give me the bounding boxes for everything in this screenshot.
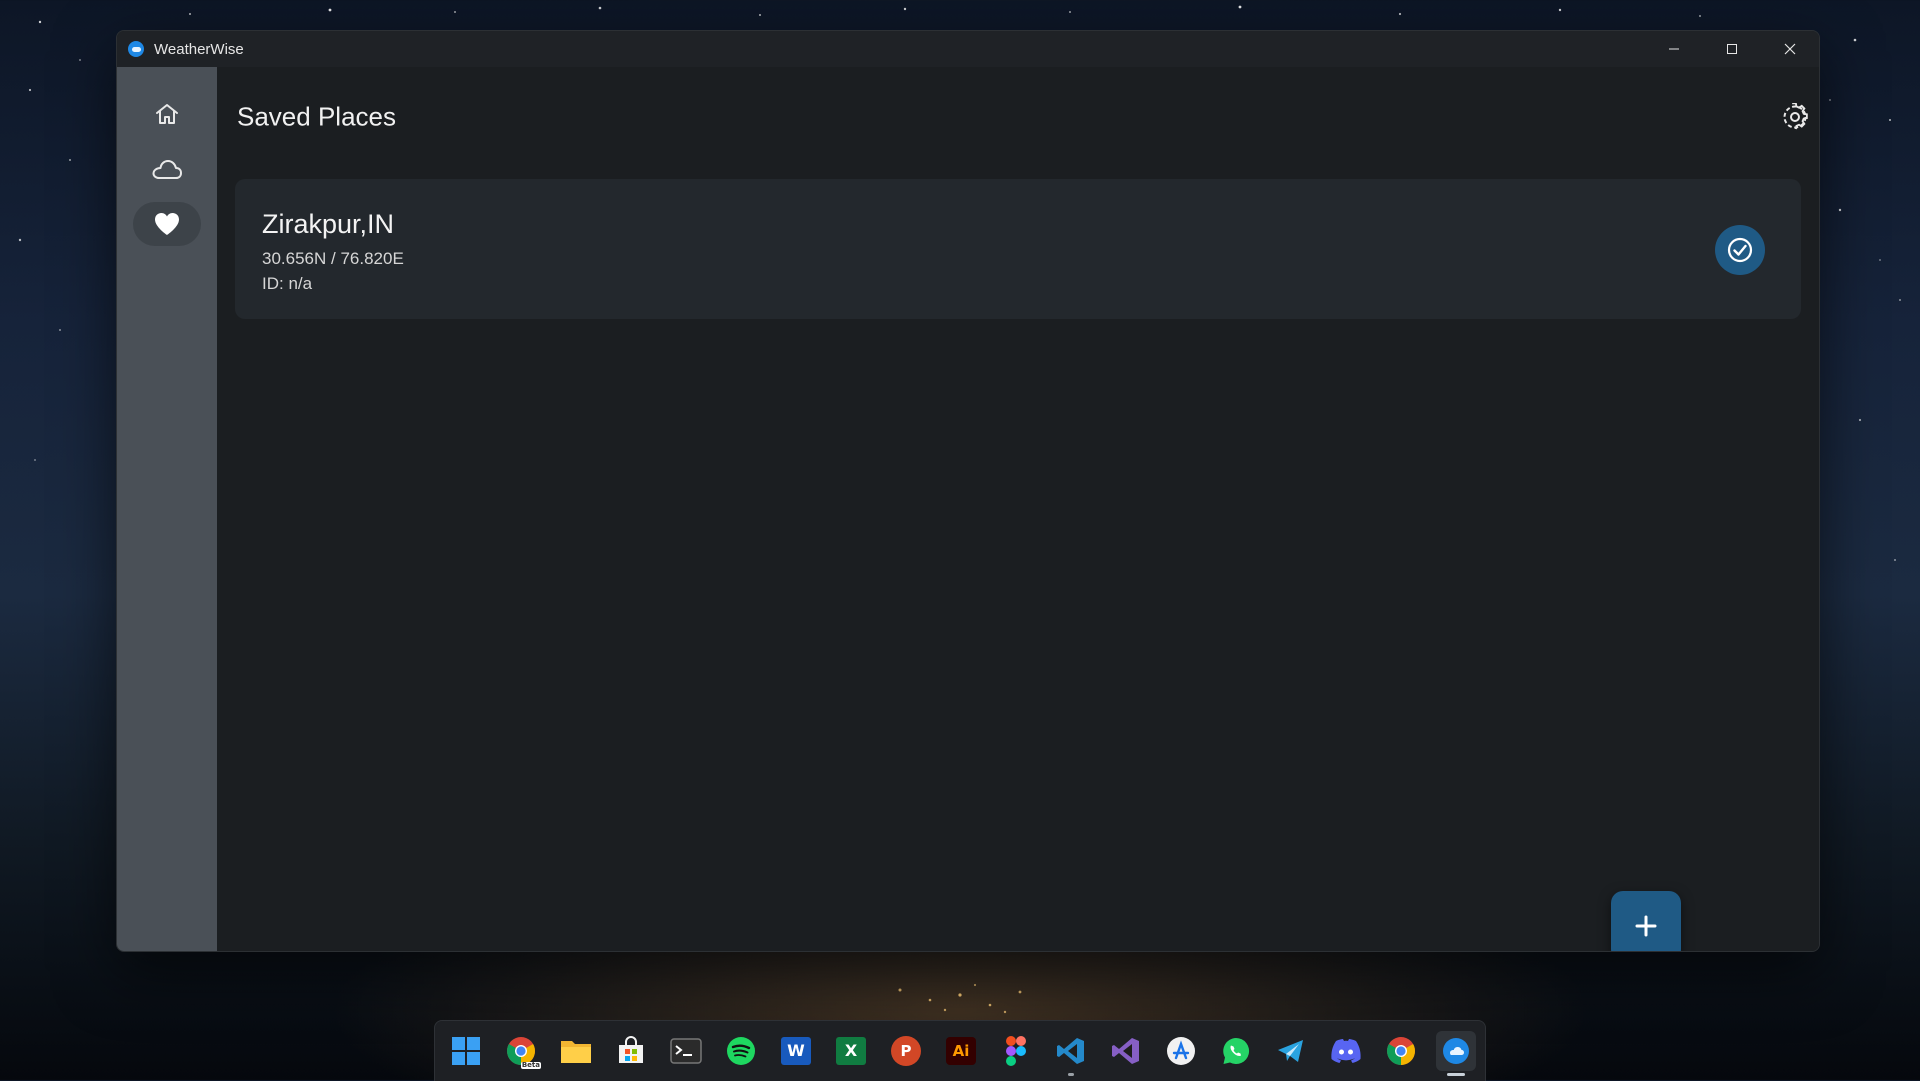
visual-studio-icon[interactable] bbox=[1106, 1031, 1146, 1071]
maximize-icon bbox=[1727, 44, 1737, 54]
home-icon bbox=[156, 104, 178, 124]
excel-glyph: X bbox=[844, 1041, 858, 1060]
close-button[interactable] bbox=[1761, 31, 1819, 67]
windows-start-icon[interactable] bbox=[446, 1031, 486, 1071]
close-icon bbox=[1784, 43, 1796, 55]
check-circle-icon bbox=[1727, 237, 1753, 263]
title-bar[interactable]: WeatherWise bbox=[117, 31, 1819, 67]
place-coordinates: 30.656N / 76.820E bbox=[262, 249, 404, 268]
word-glyph: W bbox=[787, 1041, 805, 1060]
cloud-icon bbox=[152, 160, 182, 179]
powerpoint-icon[interactable]: P bbox=[886, 1031, 926, 1071]
powerpoint-glyph: P bbox=[900, 1041, 912, 1060]
illustrator-icon[interactable]: Ai bbox=[941, 1031, 981, 1071]
gear-icon bbox=[1783, 103, 1808, 130]
telegram-icon[interactable] bbox=[1271, 1031, 1311, 1071]
minimize-icon bbox=[1669, 48, 1679, 50]
excel-icon[interactable]: X bbox=[831, 1031, 871, 1071]
navigation-sidebar bbox=[117, 67, 217, 951]
chrome-icon[interactable] bbox=[1381, 1031, 1421, 1071]
heart-icon bbox=[155, 213, 179, 235]
figma-icon[interactable] bbox=[996, 1031, 1036, 1071]
vscode-icon[interactable] bbox=[1051, 1031, 1091, 1076]
select-place-button[interactable] bbox=[1715, 225, 1765, 275]
running-indicator bbox=[1068, 1073, 1074, 1076]
window-title: WeatherWise bbox=[154, 40, 244, 58]
place-name: Zirakpur,IN bbox=[262, 209, 395, 239]
nav-item-saved-places[interactable] bbox=[133, 202, 201, 246]
settings-button[interactable] bbox=[1779, 101, 1811, 133]
window-controls bbox=[1645, 31, 1819, 67]
main-content: Saved Places Zirakpur,IN 30.656N / 76.82… bbox=[217, 67, 1819, 951]
microsoft-store-icon[interactable] bbox=[611, 1031, 651, 1071]
page-title: Saved Places bbox=[237, 101, 396, 132]
terminal-icon[interactable] bbox=[666, 1031, 706, 1071]
weatherwise-icon[interactable] bbox=[1436, 1031, 1476, 1076]
file-explorer-icon[interactable] bbox=[556, 1031, 596, 1071]
illustrator-glyph: Ai bbox=[952, 1041, 970, 1060]
word-icon[interactable]: W bbox=[776, 1031, 816, 1071]
nav-item-weather[interactable] bbox=[133, 148, 201, 192]
app-store-icon[interactable] bbox=[1161, 1031, 1201, 1071]
active-window-indicator bbox=[1447, 1073, 1465, 1076]
saved-place-card[interactable]: Zirakpur,IN 30.656N / 76.820E ID: n/a bbox=[235, 179, 1801, 319]
chrome-beta-badge: Beta bbox=[520, 1061, 541, 1069]
place-id: ID: n/a bbox=[262, 274, 313, 293]
app-window: WeatherWise Saved Places Zirakpur,IN 30.… bbox=[116, 30, 1820, 952]
maximize-button[interactable] bbox=[1703, 31, 1761, 67]
chrome-beta-icon[interactable]: Beta bbox=[501, 1031, 541, 1071]
spotify-icon[interactable] bbox=[721, 1031, 761, 1071]
discord-icon[interactable] bbox=[1326, 1031, 1366, 1071]
taskbar: Beta W X P Ai bbox=[434, 1020, 1486, 1081]
plus-icon bbox=[1635, 915, 1657, 937]
add-place-button[interactable] bbox=[1611, 891, 1681, 951]
nav-item-home[interactable] bbox=[133, 92, 201, 136]
whatsapp-icon[interactable] bbox=[1216, 1031, 1256, 1071]
weatherwise-logo-icon bbox=[128, 41, 144, 57]
minimize-button[interactable] bbox=[1645, 31, 1703, 67]
